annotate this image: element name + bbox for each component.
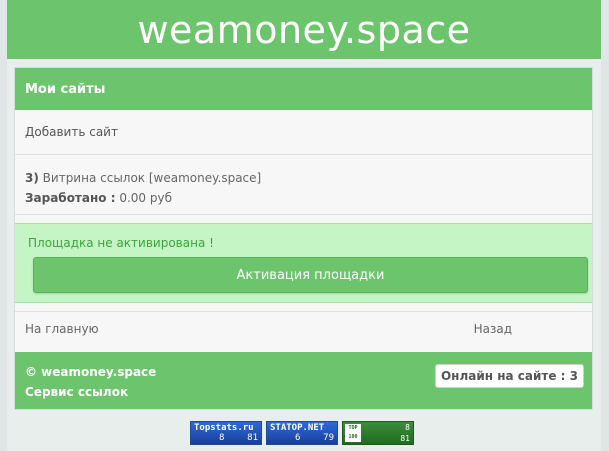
topstats-counter[interactable]: Topstats.ru 8 81 xyxy=(190,421,262,445)
counter-value: 6 xyxy=(295,433,301,443)
counter-value: 79 xyxy=(323,433,334,443)
counter-value: 81 xyxy=(400,434,410,443)
earned-value: 0.00 руб xyxy=(119,191,172,205)
site-header: weamoney.space xyxy=(7,0,601,59)
add-site-link[interactable]: Добавить сайт xyxy=(15,110,592,155)
back-link[interactable]: Назад xyxy=(474,322,512,336)
page-frame: weamoney.space Мои сайты Добавить сайт 3… xyxy=(7,0,601,451)
site-logo[interactable]: weamoney.space xyxy=(137,8,470,52)
top100-counter[interactable]: TOP 100 8 81 xyxy=(342,421,414,445)
statop-counter[interactable]: STATOP.NET 6 79 xyxy=(266,421,338,445)
add-site-label: Добавить сайт xyxy=(25,125,118,139)
site-number: 3) xyxy=(25,171,39,185)
counter-value: 81 xyxy=(247,433,258,443)
top100-logo: TOP 100 xyxy=(345,424,361,442)
activation-alert: Площадка не активирована ! Активация пло… xyxy=(15,223,592,303)
home-link[interactable]: На главную xyxy=(25,322,99,336)
panel-footer: © weamoney.space Сервис ссылок Онлайн на… xyxy=(15,352,592,409)
online-badge: Онлайн на сайте : 3 xyxy=(434,364,584,388)
site-name[interactable]: Витрина ссылок [weamoney.space] xyxy=(43,171,262,185)
counter-value: 8 xyxy=(219,433,225,443)
main-panel: Мои сайты Добавить сайт 3) Витрина ссыло… xyxy=(14,67,593,410)
nav-row: На главную Назад xyxy=(15,311,592,345)
counters: Topstats.ru 8 81 STATOP.NET 6 79 TOP 100… xyxy=(190,421,414,445)
site-item: 3) Витрина ссылок [weamoney.space] Зараб… xyxy=(15,155,592,215)
alert-text: Площадка не активирована ! xyxy=(28,236,214,250)
counter-name: STATOP.NET xyxy=(270,423,325,433)
activate-button[interactable]: Активация площадки xyxy=(33,257,588,293)
counter-name: Topstats.ru xyxy=(194,423,254,433)
panel-title: Мои сайты xyxy=(15,68,592,110)
counter-value: 8 xyxy=(405,423,410,432)
earned-label: Заработано : xyxy=(25,191,116,205)
